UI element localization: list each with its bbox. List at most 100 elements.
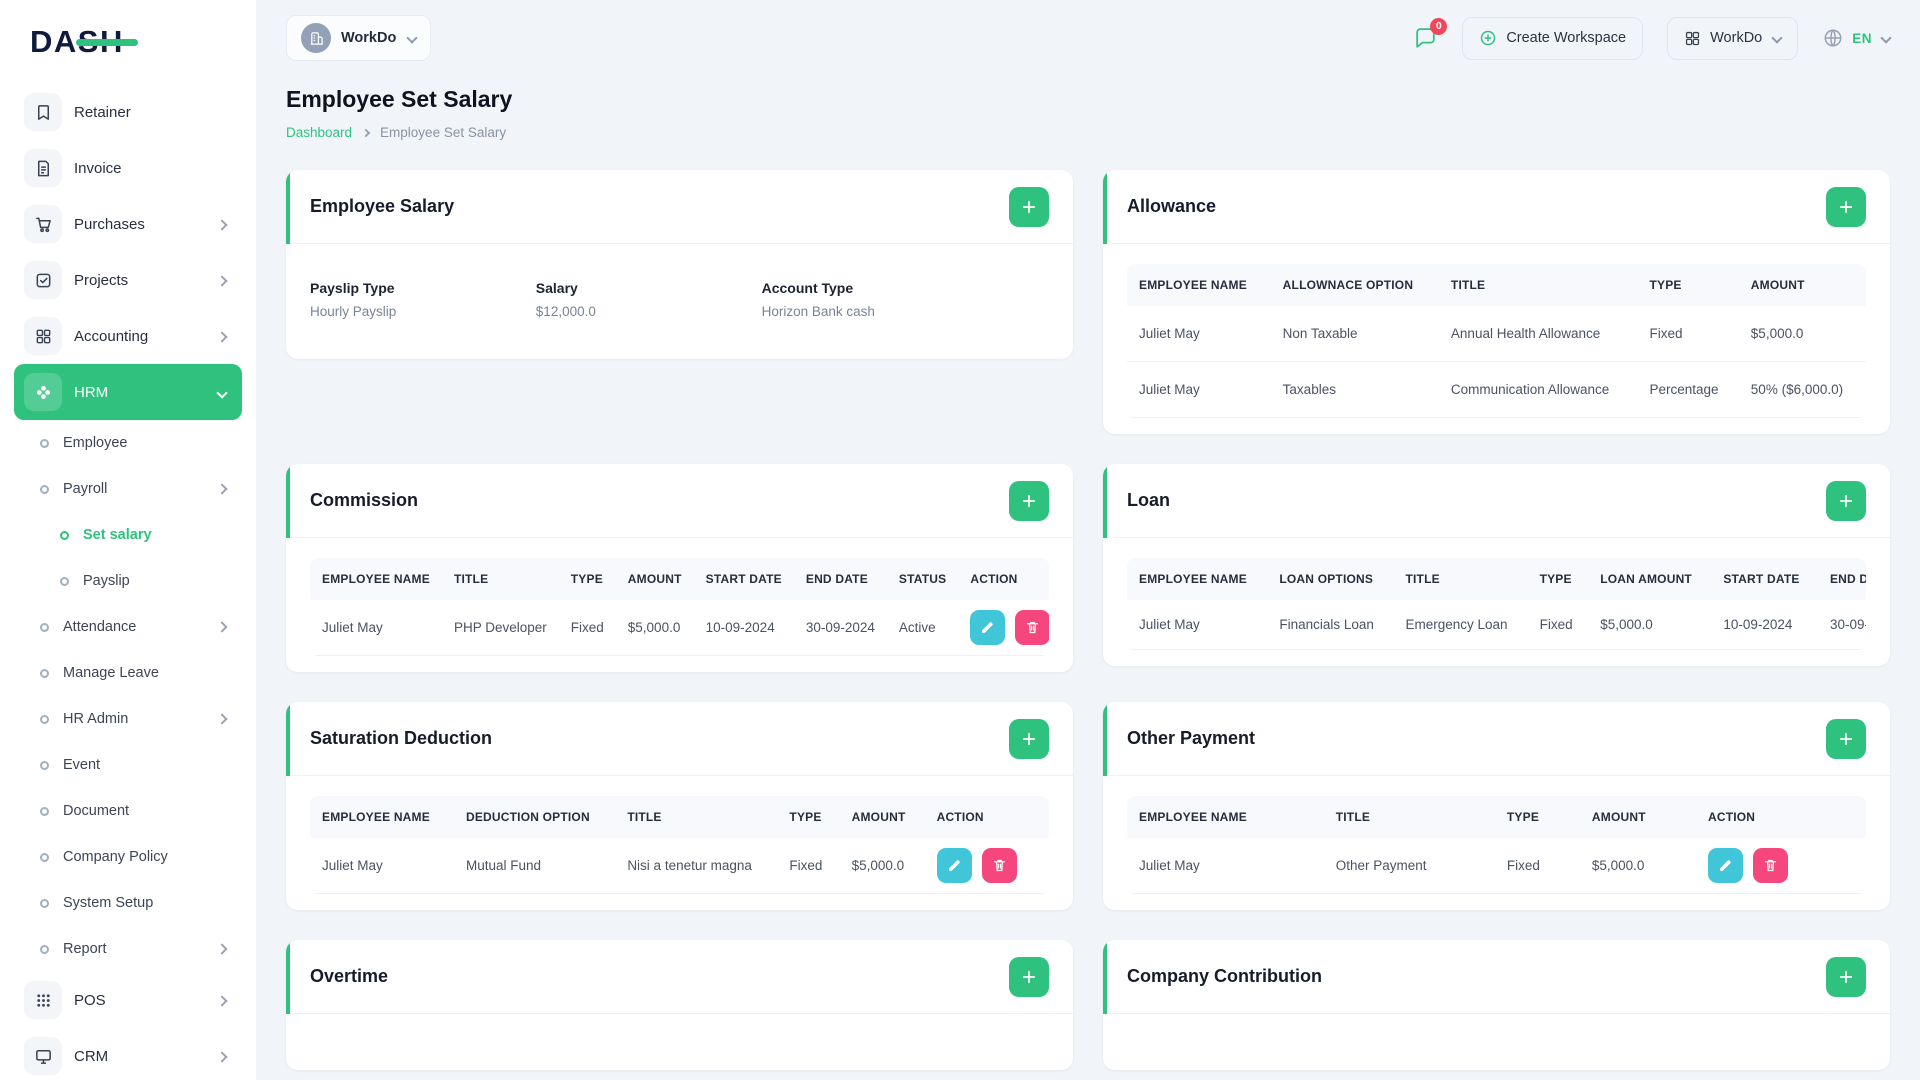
- table-cell: Juliet May: [1127, 838, 1324, 894]
- sidebar-item-system-setup[interactable]: System Setup: [14, 880, 242, 926]
- add-company-contribution-button[interactable]: [1826, 956, 1866, 997]
- chevron-right-icon: [216, 1048, 228, 1065]
- sidebar-item-crm[interactable]: CRM: [14, 1028, 242, 1080]
- sidebar-item-payslip[interactable]: Payslip: [14, 558, 242, 604]
- add-overtime-button[interactable]: [1009, 956, 1049, 997]
- column-header: EMPLOYEE NAME: [310, 558, 442, 600]
- table-cell: Non Taxable: [1270, 306, 1439, 362]
- sidebar-item-label: Purchases: [74, 215, 145, 233]
- column-header: TYPE: [777, 796, 840, 838]
- chevron-down-icon: [406, 29, 418, 47]
- bullet-icon: [40, 668, 49, 678]
- sidebar-item-retainer[interactable]: Retainer: [14, 84, 242, 140]
- workspace-pill[interactable]: WorkDo: [286, 15, 432, 61]
- sidebar-item-projects[interactable]: Projects: [14, 252, 242, 308]
- sidebar-item-pos[interactable]: POS: [14, 972, 242, 1028]
- globe-icon: [1822, 27, 1844, 49]
- edit-button[interactable]: [970, 610, 1006, 645]
- edit-button[interactable]: [1707, 848, 1743, 883]
- sidebar-item-accounting[interactable]: Accounting: [14, 308, 242, 364]
- table-row: Juliet May Other Payment Fixed $5,000.0: [1127, 838, 1866, 894]
- table-cell: 50% ($6,000.0): [1738, 361, 1866, 418]
- commission-card: Commission EMPLOYEE NAME TITLE TYPE AMOUNT S…: [286, 464, 1073, 672]
- sidebar-item-hrm[interactable]: HRM: [14, 364, 242, 420]
- table-cell: Juliet May: [1127, 361, 1271, 418]
- edit-button[interactable]: [936, 848, 972, 883]
- sidebar-item-label: Invoice: [74, 159, 122, 177]
- trash-icon: [993, 859, 1005, 872]
- chevron-right-icon: [216, 992, 228, 1009]
- create-workspace-button[interactable]: Create Workspace: [1462, 16, 1644, 60]
- grid-boxes-icon: [24, 317, 62, 355]
- add-saturation-deduction-button[interactable]: [1009, 718, 1049, 759]
- sidebar-item-invoice[interactable]: Invoice: [14, 140, 242, 196]
- sidebar-item-company-policy[interactable]: Company Policy: [14, 834, 242, 880]
- bullet-icon: [40, 806, 49, 816]
- sidebar-item-label: Employee: [63, 435, 128, 451]
- table-row: Juliet May Non Taxable Annual Health Allow…: [1127, 306, 1866, 362]
- column-header: TYPE: [1494, 796, 1580, 838]
- sidebar-item-payroll[interactable]: Payroll: [14, 466, 242, 512]
- add-other-payment-button[interactable]: [1826, 718, 1866, 759]
- account-type-field: Account Type Horizon Bank cash: [762, 280, 1049, 319]
- column-header: TITLE: [1438, 264, 1638, 306]
- sidebar-item-set-salary[interactable]: Set salary: [14, 512, 242, 558]
- column-header: TITLE: [1323, 796, 1495, 838]
- column-header: START DATE: [1711, 558, 1818, 600]
- column-header: TITLE: [615, 796, 778, 838]
- card-header: Employee Salary: [286, 170, 1073, 244]
- saturation-deduction-table: EMPLOYEE NAME DEDUCTION OPTION TITLE TYPE AM…: [310, 796, 1049, 894]
- language-selector[interactable]: EN: [1822, 27, 1892, 49]
- workspace-switcher-button[interactable]: WorkDo: [1667, 16, 1799, 60]
- workspace-grid-icon: [1684, 30, 1701, 47]
- sidebar-item-report[interactable]: Report: [14, 926, 242, 972]
- sidebar-item-manage-leave[interactable]: Manage Leave: [14, 650, 242, 696]
- card-header: Overtime: [286, 940, 1073, 1014]
- sidebar-item-employee[interactable]: Employee: [14, 420, 242, 466]
- add-allowance-button[interactable]: [1826, 186, 1866, 227]
- delete-button[interactable]: [1015, 610, 1049, 645]
- sidebar-item-label: Attendance: [63, 619, 137, 635]
- bullet-icon: [40, 484, 49, 494]
- sidebar-item-document[interactable]: Document: [14, 788, 242, 834]
- cards-grid: Employee Salary Payslip Type Hourly Pays…: [256, 170, 1920, 1080]
- sidebar-item-purchases[interactable]: Purchases: [14, 196, 242, 252]
- table-cell: Other Payment: [1323, 838, 1495, 894]
- language-code: EN: [1852, 30, 1872, 46]
- table-row: Juliet May PHP Developer Fixed $5,000.0 10-0…: [310, 600, 1049, 656]
- breadcrumb-dashboard-link[interactable]: Dashboard: [286, 125, 352, 140]
- bullet-icon: [40, 622, 49, 632]
- delete-button[interactable]: [981, 848, 1017, 883]
- add-loan-button[interactable]: [1826, 480, 1866, 521]
- breadcrumb: Dashboard Employee Set Salary: [286, 125, 1890, 140]
- sidebar: DASH Retainer Invoice Purchases Projects…: [0, 0, 256, 1080]
- messages-button[interactable]: 0: [1413, 17, 1448, 51]
- salary-field: Salary $12,000.0: [536, 280, 762, 319]
- sidebar-item-hr-admin[interactable]: HR Admin: [14, 696, 242, 742]
- add-employee-salary-button[interactable]: [1009, 186, 1049, 227]
- sidebar-item-event[interactable]: Event: [14, 742, 242, 788]
- table-cell: Juliet May: [310, 600, 442, 656]
- plus-icon: [1022, 200, 1036, 213]
- table-cell: PHP Developer: [441, 600, 559, 656]
- add-commission-button[interactable]: [1009, 480, 1049, 521]
- delete-button[interactable]: [1752, 848, 1788, 883]
- saturation-deduction-card: Saturation Deduction EMPLOYEE NAME DEDUCT…: [286, 702, 1073, 910]
- card-header: Loan: [1103, 464, 1890, 538]
- table-cell: Financials Loan: [1267, 600, 1394, 650]
- card-title: Overtime: [310, 966, 389, 986]
- bullet-icon: [40, 714, 49, 724]
- table-cell: Juliet May: [1127, 306, 1271, 362]
- allowance-table: EMPLOYEE NAME ALLOWNACE OPTION TITLE TYPE AM…: [1127, 264, 1866, 418]
- card-header: Allowance: [1103, 170, 1890, 244]
- pencil-icon: [982, 622, 994, 633]
- app-logo[interactable]: DASH: [14, 0, 242, 84]
- sidebar-item-attendance[interactable]: Attendance: [14, 604, 242, 650]
- column-header: TYPE: [558, 558, 616, 600]
- card-title: Company Contribution: [1127, 966, 1322, 986]
- other-payment-card: Other Payment EMPLOYEE NAME TITLE TYPE AMOU…: [1103, 702, 1890, 910]
- card-header: Saturation Deduction: [286, 702, 1073, 776]
- sidebar-nav: Retainer Invoice Purchases Projects Acco…: [14, 84, 242, 1080]
- table-cell: 30-09-2024: [793, 600, 887, 656]
- salary-fields: Payslip Type Hourly Payslip Salary $12,0…: [286, 244, 1073, 359]
